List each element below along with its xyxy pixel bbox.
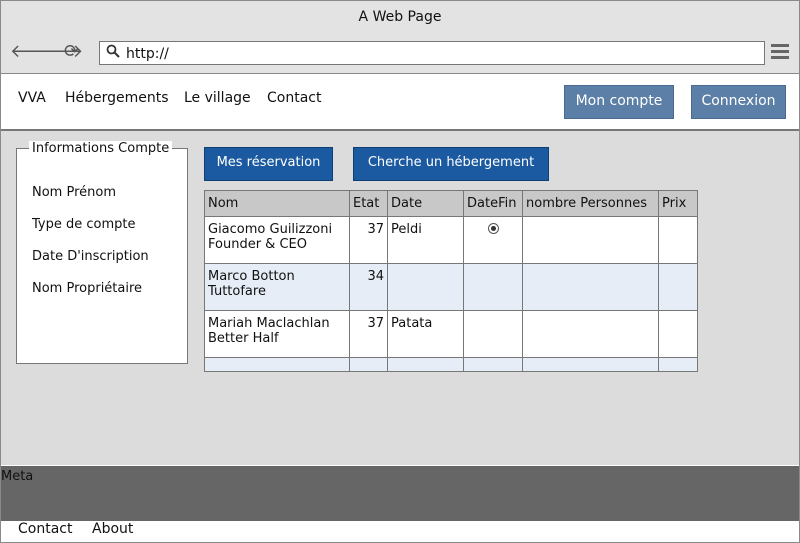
cell-etat: 37	[349, 216, 388, 264]
menu-icon[interactable]	[771, 44, 789, 62]
footer: Contact About	[1, 521, 799, 541]
nav-link-hebergements[interactable]: Hébergements	[65, 90, 169, 106]
cell-date: Peldi	[387, 216, 464, 264]
cell-datefin	[463, 310, 523, 358]
login-button[interactable]: Connexion	[691, 85, 786, 119]
column-header-date[interactable]: Date	[387, 190, 464, 217]
cell-nom: Giacomo Guilizzoni Founder & CEO	[204, 216, 350, 264]
cell-prix	[658, 263, 698, 311]
row-role: Better Half	[208, 331, 279, 346]
cell-nom: Mariah Maclachlan Better Half	[204, 310, 350, 358]
column-header-nom[interactable]: Nom	[204, 190, 350, 217]
table-row[interactable]: Marco Botton Tuttofare 34	[204, 263, 698, 311]
site-nav: VVA Hébergements Le village Contact Mon …	[1, 74, 799, 131]
my-reservations-button[interactable]: Mes réservation	[204, 147, 333, 181]
nav-link-vva[interactable]: VVA	[18, 90, 46, 106]
cell-empty	[204, 357, 350, 372]
url-bar[interactable]: http://	[99, 41, 765, 65]
account-info-panel: Informations Compte Nom Prénom Type de c…	[16, 141, 188, 364]
cell-empty	[349, 357, 388, 372]
cell-empty	[522, 357, 659, 372]
reload-icon[interactable]: ⟳	[64, 42, 79, 62]
cell-prix	[658, 310, 698, 358]
cell-date	[387, 263, 464, 311]
info-signup-date: Date D'inscription	[32, 249, 149, 264]
cell-empty	[387, 357, 464, 372]
browser-toolbar: 🡐 🡒 ⟳ http://	[1, 33, 799, 74]
row-role: Tuttofare	[208, 284, 266, 299]
radio-selected-icon[interactable]	[487, 223, 499, 234]
cell-etat: 37	[349, 310, 388, 358]
panel-title: Informations Compte	[29, 141, 173, 156]
table-row[interactable]: Mariah Maclachlan Better Half 37 Patata	[204, 310, 698, 358]
column-header-prix[interactable]: Prix	[658, 190, 698, 217]
column-header-datefin[interactable]: DateFin	[463, 190, 523, 217]
account-button[interactable]: Mon compte	[564, 85, 674, 119]
nav-link-contact[interactable]: Contact	[267, 90, 321, 106]
table-row-empty	[204, 357, 698, 372]
main-content: Informations Compte Nom Prénom Type de c…	[1, 131, 799, 465]
column-header-etat[interactable]: Etat	[349, 190, 388, 217]
table-header-row: Nom Etat Date DateFin nombre Personnes P…	[204, 190, 698, 217]
info-name: Nom Prénom	[32, 185, 116, 200]
cell-datefin	[463, 263, 523, 311]
search-icon	[106, 44, 120, 62]
nav-link-village[interactable]: Le village	[184, 90, 251, 106]
cell-personnes	[522, 310, 659, 358]
reservations-table: Nom Etat Date DateFin nombre Personnes P…	[204, 190, 698, 372]
cell-personnes	[522, 216, 659, 264]
cell-prix	[658, 216, 698, 264]
cell-datefin	[463, 216, 523, 264]
info-owner-name: Nom Propriétaire	[32, 281, 143, 296]
column-header-personnes[interactable]: nombre Personnes	[522, 190, 659, 217]
row-name: Mariah Maclachlan	[208, 316, 330, 331]
footer-link-contact[interactable]: Contact	[18, 521, 72, 537]
row-name: Marco Botton	[208, 269, 295, 284]
meta-label: Meta	[1, 469, 34, 484]
cell-empty	[463, 357, 523, 372]
url-text: http://	[126, 46, 169, 62]
cell-nom: Marco Botton Tuttofare	[204, 263, 350, 311]
cell-empty	[658, 357, 698, 372]
footer-link-about[interactable]: About	[92, 521, 133, 537]
cell-date: Patata	[387, 310, 464, 358]
cell-personnes	[522, 263, 659, 311]
row-name: Giacomo Guilizzoni	[208, 222, 333, 237]
window-title: A Web Page	[1, 1, 799, 33]
meta-bar: Meta	[1, 466, 799, 521]
info-account-type: Type de compte	[32, 217, 136, 232]
row-role: Founder & CEO	[208, 237, 307, 252]
search-accommodation-button[interactable]: Cherche un hébergement	[353, 147, 549, 181]
table-row[interactable]: Giacomo Guilizzoni Founder & CEO 37 Peld…	[204, 216, 698, 264]
cell-etat: 34	[349, 263, 388, 311]
